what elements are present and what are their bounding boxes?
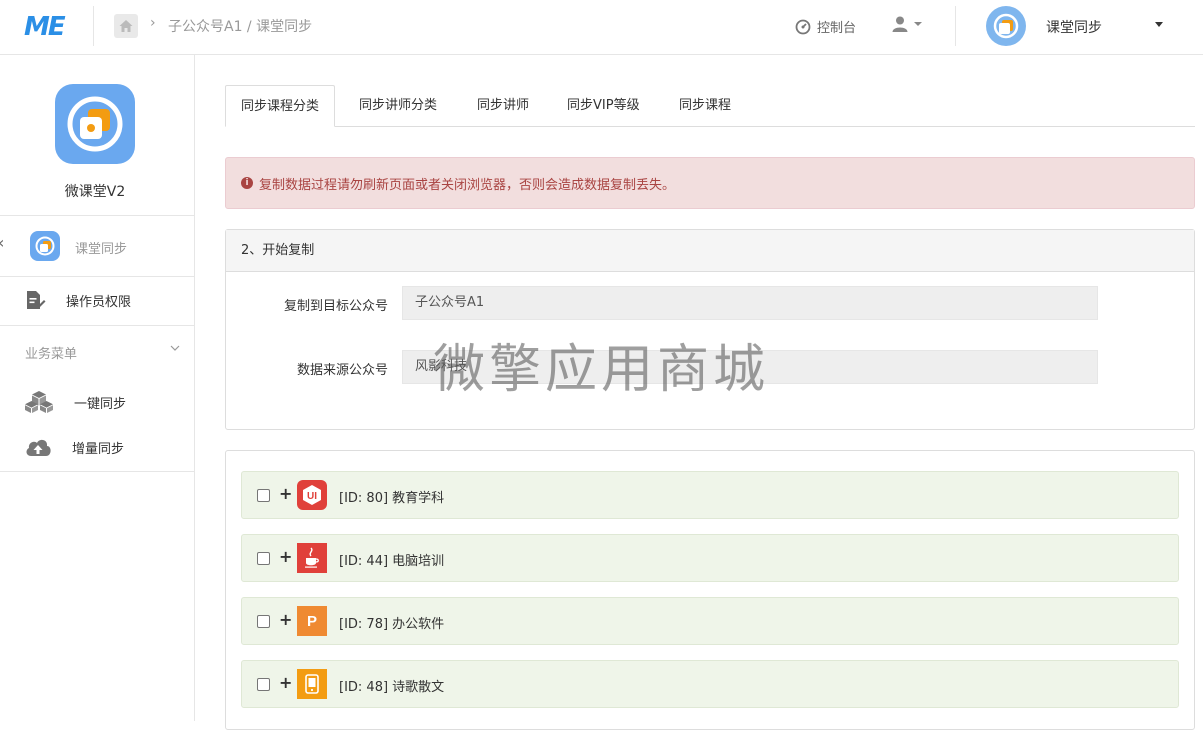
java-icon xyxy=(297,543,327,573)
category-label: [ID: 80] 教育学科 xyxy=(339,491,445,506)
list-item: + P [ID: 78] 办公软件 xyxy=(241,597,1179,645)
app-logo-icon xyxy=(35,236,55,256)
sidebar-item-label: 一键同步 xyxy=(74,396,127,412)
cloud-upload-icon xyxy=(26,439,51,456)
target-account-label: 复制到目标公众号 xyxy=(283,299,388,314)
breadcrumb: 子公众号A1 / 课堂同步 xyxy=(168,19,313,35)
warning-alert: i 复制数据过程请勿刷新页面或者关闭浏览器，否则会造成数据复制丢失。 xyxy=(225,157,1195,209)
current-app-icon xyxy=(30,231,60,261)
tab-sync-vip-level[interactable]: 同步VIP等级 xyxy=(552,85,655,127)
brand-logo[interactable]: ME xyxy=(24,12,66,42)
sidebar: 微课堂V2 ‹ 课堂同步 操作员权限 业务菜单 xyxy=(0,55,195,721)
user-icon xyxy=(892,16,908,32)
console-link[interactable]: 控制台 xyxy=(795,17,856,36)
list-item: + [ID: 48] 诗歌散文 xyxy=(241,660,1179,708)
divider xyxy=(955,6,956,46)
chevron-right-icon: › xyxy=(150,15,156,31)
source-account-field: 风影科技 xyxy=(402,350,1098,384)
tab-sync-course-category[interactable]: 同步课程分类 xyxy=(225,85,336,127)
sidebar-item-one-click-sync[interactable]: 一键同步 xyxy=(24,390,126,414)
alert-text: 复制数据过程请勿刷新页面或者关闭浏览器，否则会造成数据复制丢失。 xyxy=(259,177,676,193)
sidebar-item-operator-permissions[interactable]: 操作员权限 xyxy=(24,290,131,310)
app-logo xyxy=(55,84,135,164)
divider xyxy=(0,276,194,277)
category-checkbox[interactable] xyxy=(257,489,270,502)
chevron-down-icon[interactable] xyxy=(170,343,180,353)
ui-icon: UI xyxy=(297,480,327,510)
caret-down-icon xyxy=(914,22,922,26)
ui-icon-glyph: UI xyxy=(303,485,321,505)
list-item: + [ID: 44] 电脑培训 xyxy=(241,534,1179,582)
letter-p-glyph: P xyxy=(306,612,317,630)
category-label: [ID: 78] 办公软件 xyxy=(339,617,445,632)
copy-panel: 2、开始复制 复制到目标公众号 子公众号A1 数据来源公众号 风影科技 xyxy=(225,229,1195,430)
document-edit-icon xyxy=(27,291,46,309)
user-menu[interactable] xyxy=(891,15,922,33)
list-item: + UI [ID: 80] 教育学科 xyxy=(241,471,1179,519)
tab-sync-lecturer[interactable]: 同步讲师 xyxy=(462,85,544,127)
app-logo-icon xyxy=(67,96,123,152)
app-name: 微课堂V2 xyxy=(64,184,126,200)
expand-plus-icon[interactable]: + xyxy=(279,484,292,503)
svg-text:UI: UI xyxy=(307,491,317,502)
expand-plus-icon[interactable]: + xyxy=(279,673,292,692)
phone-icon xyxy=(297,669,327,699)
category-checkbox[interactable] xyxy=(257,615,270,628)
smartphone-icon xyxy=(305,674,319,694)
divider xyxy=(0,471,194,472)
divider xyxy=(0,215,194,216)
sidebar-item-label: 增量同步 xyxy=(72,441,125,457)
cubes-icon xyxy=(25,391,53,413)
category-list-panel: + UI [ID: 80] 教育学科 + [ID: 44] 电脑培训 + P [… xyxy=(225,450,1195,730)
category-label: [ID: 48] 诗歌散文 xyxy=(339,680,445,695)
section-title: 业务菜单 xyxy=(25,347,78,362)
divider xyxy=(93,6,94,46)
account-avatar[interactable] xyxy=(986,6,1026,46)
panel-title: 2、开始复制 xyxy=(226,230,1194,272)
target-account-field: 子公众号A1 xyxy=(402,286,1098,320)
tab-bar: 同步课程分类 同步讲师分类 同步讲师 同步VIP等级 同步课程 xyxy=(225,85,1195,127)
divider xyxy=(0,325,194,326)
tab-sync-course[interactable]: 同步课程 xyxy=(664,85,746,127)
source-account-label: 数据来源公众号 xyxy=(296,363,388,378)
dashboard-icon xyxy=(795,19,811,34)
category-checkbox[interactable] xyxy=(257,552,270,565)
account-name[interactable]: 课堂同步 xyxy=(1046,17,1102,37)
sidebar-item-incremental-sync[interactable]: 增量同步 xyxy=(24,436,124,458)
category-label: [ID: 44] 电脑培训 xyxy=(339,554,445,569)
info-circle-icon: i xyxy=(241,177,253,189)
home-button[interactable] xyxy=(114,14,138,38)
back-chevron-icon[interactable]: ‹ xyxy=(0,233,4,252)
sidebar-item-label: 操作员权限 xyxy=(66,294,132,310)
caret-down-icon[interactable] xyxy=(1155,22,1163,27)
powerpoint-icon: P xyxy=(297,606,327,636)
expand-plus-icon[interactable]: + xyxy=(279,547,292,566)
home-icon xyxy=(119,20,133,32)
top-header: ME › 子公众号A1 / 课堂同步 控制台 课堂同步 xyxy=(0,0,1203,55)
expand-plus-icon[interactable]: + xyxy=(279,610,292,629)
current-app-label[interactable]: 课堂同步 xyxy=(75,238,127,257)
tab-sync-lecturer-category[interactable]: 同步讲师分类 xyxy=(344,85,452,127)
coffee-cup-icon xyxy=(305,547,319,568)
console-label: 控制台 xyxy=(817,21,857,36)
app-logo-icon xyxy=(993,13,1019,39)
category-checkbox[interactable] xyxy=(257,678,270,691)
